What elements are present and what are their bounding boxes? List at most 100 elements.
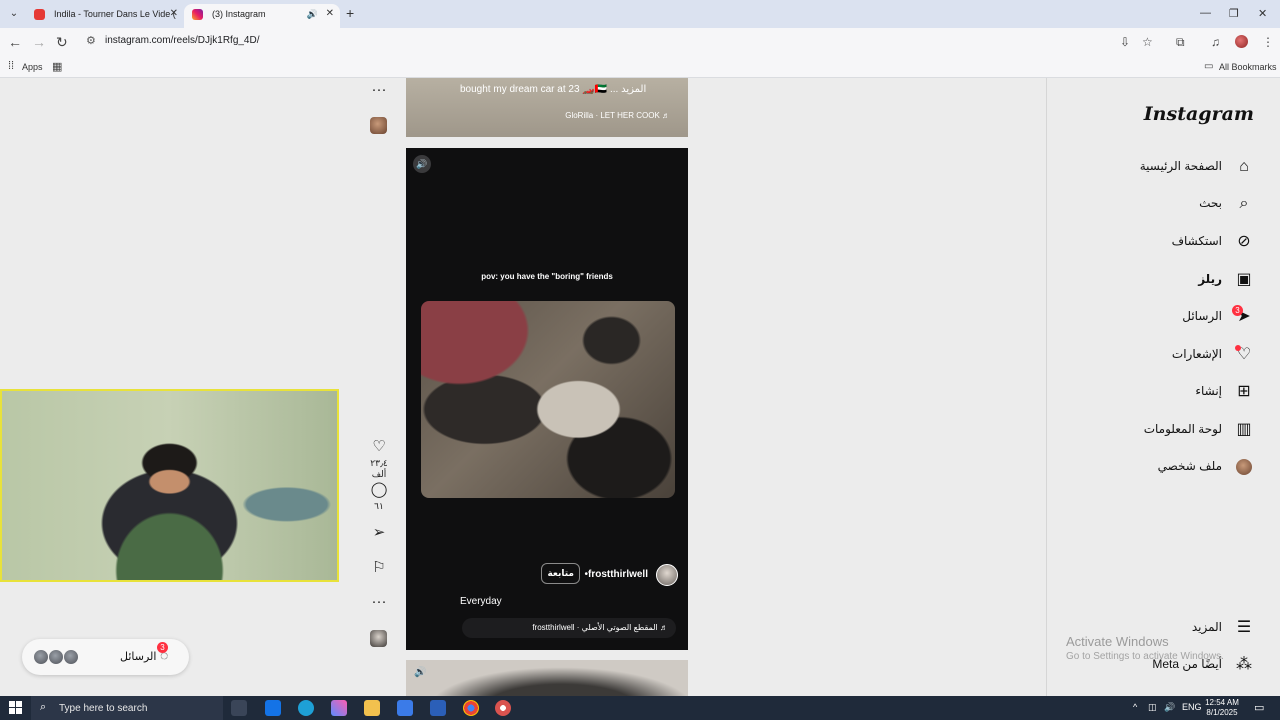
profile-icon: [1234, 457, 1254, 477]
reel-previous[interactable]: bought my dream car at 23 🏎️🇦🇪 ... المزي…: [406, 78, 688, 137]
nav-label: لوحة المعلومات: [1143, 422, 1222, 436]
reel-current[interactable]: 🔊 pov: you have the "boring" friends fro…: [406, 148, 688, 650]
instagram-logo[interactable]: Instagram: [1144, 103, 1254, 125]
nav-label: ريلز: [1198, 272, 1222, 286]
close-window-icon[interactable]: ✕: [1258, 7, 1267, 20]
sound-toggle-icon[interactable]: 🔊: [413, 155, 431, 173]
avatar[interactable]: [656, 564, 678, 586]
nav-label: الصفحة الرئيسية: [1139, 159, 1222, 173]
speaker-icon[interactable]: 🔊: [307, 4, 318, 24]
messages-badge: 3: [157, 642, 168, 653]
search-icon: ⌕: [40, 701, 47, 713]
reel-music[interactable]: GloRilla · LET HER COOK ♬: [565, 111, 670, 120]
minimize-icon[interactable]: —: [1200, 7, 1211, 19]
share-icon[interactable]: ➢: [369, 524, 389, 542]
comment-count: ٦١: [374, 501, 384, 511]
nav-home[interactable]: ⌂ الصفحة الرئيسية: [1054, 156, 1254, 178]
nav-label: بحث: [1199, 196, 1222, 210]
nav-label: استكشاف: [1171, 234, 1222, 248]
menu-icon[interactable]: ⋮: [1262, 35, 1274, 49]
home-icon: ⌂: [1239, 158, 1249, 175]
restore-icon[interactable]: ❐: [1229, 7, 1239, 20]
notification-dot: [1235, 345, 1241, 351]
reload-icon[interactable]: ↻: [56, 34, 68, 50]
tab-title: (3) Instagram: [212, 9, 266, 19]
close-icon[interactable]: ✕: [170, 4, 178, 24]
tab-list-button[interactable]: ⌄: [6, 6, 22, 22]
grid-icon[interactable]: ▦: [52, 60, 62, 73]
language-indicator[interactable]: ENG: [1182, 702, 1202, 712]
tab-instagram[interactable]: (3) Instagram 🔊 ✕: [184, 4, 340, 28]
outlook-icon[interactable]: [265, 700, 281, 716]
avatar[interactable]: [370, 117, 387, 134]
meta-apps-icon: ⁂: [1236, 656, 1252, 673]
nav-search[interactable]: ⌕ بحث: [1054, 193, 1254, 215]
nav-reels[interactable]: ▣ ريلز: [1054, 269, 1254, 291]
media-controls-icon[interactable]: ♫: [1211, 35, 1220, 49]
messages-badge: 3: [1232, 305, 1243, 316]
instagram-icon: [192, 9, 203, 20]
nav-messages[interactable]: ➤ 3 الرسائل: [1054, 305, 1254, 328]
reel-next[interactable]: 🔊: [406, 660, 688, 696]
security-icon[interactable]: [430, 700, 446, 716]
notification-center-icon[interactable]: ▭: [1254, 701, 1264, 714]
reel-actions: ··· ♡ ٢٣٫٤ ألف ◯ ٦١ ➢ ⚐ ···: [362, 78, 396, 696]
extensions-icon[interactable]: ⧉: [1176, 35, 1185, 49]
folder-icon: ▭: [1204, 61, 1214, 72]
more-options-icon[interactable]: ···: [369, 593, 389, 611]
hamburger-menu-icon: ☰: [1236, 619, 1252, 636]
reel-caption[interactable]: bought my dream car at 23 🏎️🇦🇪 ... المزي…: [460, 84, 646, 95]
nav-create[interactable]: ⊞ إنشاء: [1054, 381, 1254, 403]
tab-youtube[interactable]: Indila - Tourner Dans Le Vide ( ✕: [26, 4, 184, 28]
recorder-icon[interactable]: [495, 700, 511, 716]
back-icon[interactable]: ←: [8, 34, 22, 50]
nav-explore[interactable]: ⊘ استكشاف: [1054, 231, 1254, 253]
search-placeholder: Type here to search: [59, 703, 148, 714]
url-text[interactable]: instagram.com/reels/DJjk1Rfg_4D/: [105, 35, 260, 46]
more-options-icon[interactable]: ···: [369, 81, 389, 99]
copilot-icon[interactable]: [331, 700, 347, 716]
apps-icon[interactable]: ⁞⁞: [8, 60, 14, 72]
search-icon: ⌕: [1239, 195, 1249, 212]
close-icon[interactable]: ✕: [326, 4, 334, 24]
like-count: ٢٣٫٤ ألف: [370, 458, 388, 479]
nav-notifications[interactable]: ♡ الإشعارات: [1054, 344, 1254, 366]
chrome-icon[interactable]: [463, 700, 479, 716]
comment-icon[interactable]: ◯: [369, 481, 389, 499]
follow-button[interactable]: متابعة: [541, 563, 580, 584]
forward-icon[interactable]: →: [32, 34, 46, 50]
reel-username[interactable]: frostthirlwell: [588, 569, 648, 580]
store-icon[interactable]: [397, 700, 413, 716]
reel-overlay-text: pov: you have the "boring" friends: [481, 272, 613, 281]
all-bookmarks[interactable]: All Bookmarks: [1219, 62, 1277, 72]
messages-pill[interactable]: الرسائل ◌ 3: [22, 639, 189, 675]
reel-video[interactable]: [421, 301, 675, 498]
tray-chevron-icon[interactable]: ^: [1133, 702, 1137, 712]
profile-avatar[interactable]: [1235, 35, 1248, 48]
like-heart-icon[interactable]: ♡: [369, 438, 389, 456]
bookmark-star-icon[interactable]: ☆: [1142, 35, 1153, 49]
address-bar[interactable]: ⚙ instagram.com/reels/DJjk1Rfg_4D/: [80, 31, 1172, 53]
edge-icon[interactable]: [298, 700, 314, 716]
dashboard-icon: ▥: [1236, 421, 1252, 438]
nav-label: إنشاء: [1195, 384, 1222, 398]
install-app-icon[interactable]: ⇩: [1120, 35, 1130, 49]
new-tab-button[interactable]: +: [346, 6, 354, 20]
volume-icon[interactable]: 🔊: [1164, 702, 1175, 713]
activation-watermark-subtitle: Go to Settings to activate Windows.: [1066, 651, 1224, 662]
audio-avatar[interactable]: [370, 630, 387, 647]
file-explorer-icon[interactable]: [364, 700, 380, 716]
sound-toggle-icon[interactable]: 🔊: [414, 667, 426, 678]
taskbar-search[interactable]: ⌕ Type here to search: [31, 696, 223, 720]
bookmark-apps[interactable]: Apps: [22, 62, 43, 72]
save-bookmark-icon[interactable]: ⚐: [369, 559, 389, 577]
reel-caption: Everyday: [460, 596, 502, 607]
network-icon[interactable]: ◫: [1148, 702, 1157, 713]
nav-dashboard[interactable]: ▥ لوحة المعلومات: [1054, 419, 1254, 441]
reel-audio[interactable]: ♬ المقطع الصوتي الأصلي · frostthirlwell: [462, 618, 676, 638]
nav-profile[interactable]: ملف شخصي: [1054, 456, 1254, 478]
system-clock[interactable]: 12:54 AM 8/1/2025: [1204, 698, 1240, 718]
site-info-icon[interactable]: ⚙: [86, 34, 96, 47]
windows-start-icon[interactable]: [9, 701, 22, 714]
task-view-icon[interactable]: [231, 700, 247, 716]
